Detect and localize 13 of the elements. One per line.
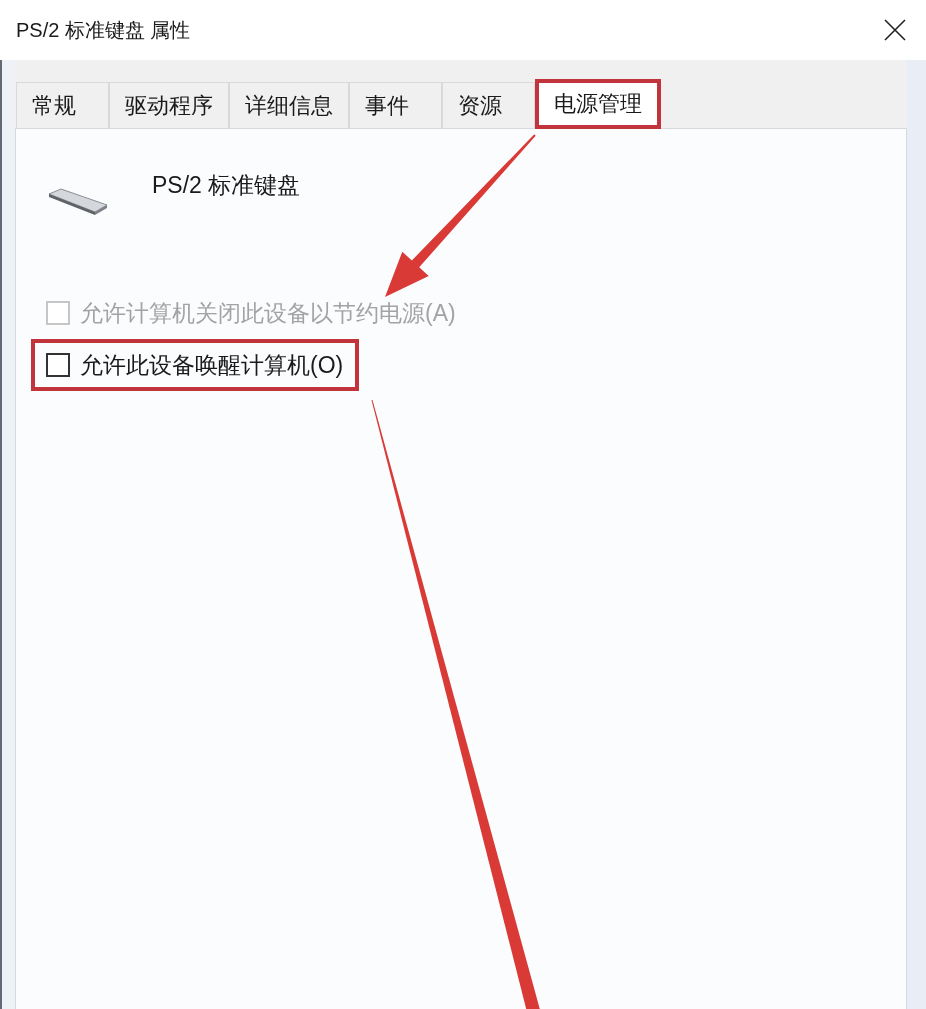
tab[interactable]: 驱动程序: [109, 82, 229, 128]
tab[interactable]: 详细信息: [229, 82, 349, 128]
keyboard-icon: [48, 188, 108, 216]
tab[interactable]: 电源管理: [535, 79, 661, 129]
close-icon: [884, 19, 906, 41]
tab[interactable]: 事件: [349, 82, 442, 128]
window-title: PS/2 标准键盘 属性: [16, 18, 191, 43]
checkbox-label: 允许此设备唤醒计算机(O): [80, 352, 344, 378]
device-name: PS/2 标准键盘: [152, 171, 301, 200]
tab[interactable]: 资源: [442, 82, 535, 128]
tab[interactable]: 常规: [16, 82, 109, 128]
checkbox[interactable]: [46, 353, 70, 377]
checkbox-label: 允许计算机关闭此设备以节约电源(A): [80, 300, 456, 326]
